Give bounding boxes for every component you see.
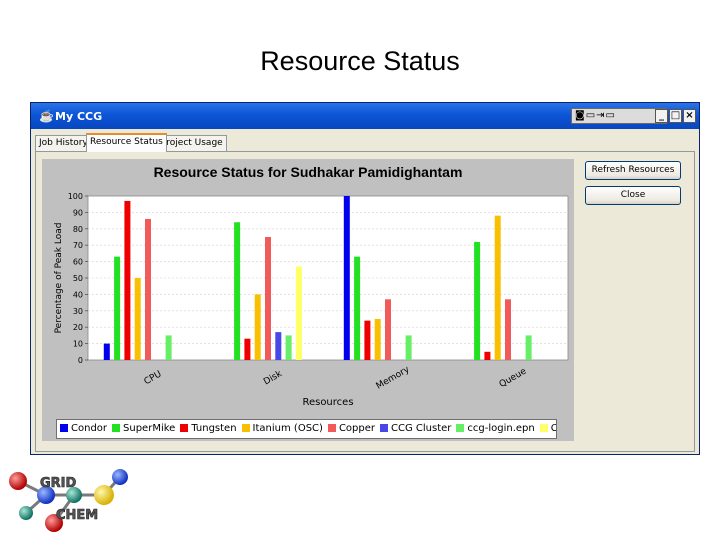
bar-disk-cobalt [295,266,302,360]
bar-memory-supermike [354,256,361,360]
legend-label: Condor [71,423,108,434]
x-axis-label: Resources [302,397,353,408]
legend-swatch [180,424,189,432]
tab-project-usage[interactable]: Project Usage [157,135,227,151]
bar-queue-tungsten [484,351,491,360]
legend-swatch [456,424,465,432]
y-tick-label: 20 [73,323,83,332]
close-window-button[interactable]: × [683,109,696,123]
bar-cpu-condor [103,343,110,360]
y-tick-label: 80 [73,225,83,234]
x-tick-label: Queue [498,366,529,390]
bar-disk-copper [265,237,271,360]
legend-swatch [539,424,548,432]
legend-label: Tungsten [191,423,237,434]
legend-label: CCG Cluster [391,423,452,434]
bar-disk-ccg-login-epn [285,335,292,360]
bar-disk-supermike [234,222,241,360]
bar-queue-copper [505,299,511,360]
bar-cpu-ccg-login-epn [165,335,172,360]
bar-cpu-tungsten [124,200,131,360]
legend-swatch [112,424,121,432]
java-app-icon: ☕ [39,109,54,123]
resource-chart: Resource Status for Sudhakar Pamidighant… [42,159,574,441]
legend-item: SuperMike [112,420,175,438]
window-titlebar[interactable]: ☕ My CCG ◙▭⇥▭ _ □ × [31,103,699,129]
chart-legend: Condor SuperMike Tungsten Itanium (OSC) Copp… [56,419,557,439]
y-tick-label: 50 [73,274,83,283]
bar-memory-ccg-login-epn [405,335,412,360]
bar-disk-ccg-cluster [275,332,282,360]
legend-label: Copper [338,423,375,434]
bar-disk-tungsten [244,338,251,360]
logo-text-chem: CHEM [56,508,98,523]
bar-memory-condor [343,196,350,360]
bar-queue-supermike [474,241,481,360]
window-title: My CCG [55,110,103,123]
y-tick-label: 100 [68,192,83,201]
legend-label: Cobalt [551,423,556,434]
refresh-resources-button[interactable]: Refresh Resources [585,161,681,180]
gridchem-logo: GRID CHEM [9,469,128,532]
bar-cpu-copper [145,218,151,360]
y-tick-label: 60 [73,258,83,267]
close-button[interactable]: Close [585,186,681,205]
y-tick-label: 40 [73,290,83,299]
legend-swatch [60,424,68,432]
legend-swatch [327,424,336,432]
legend-item: Tungsten [180,420,237,438]
legend-item: Condor [60,420,107,438]
bar-cpu-supermike [114,256,121,360]
legend-item: Copper [327,420,375,438]
chart-title: Resource Status for Sudhakar Pamidighant… [154,164,463,180]
legend-label: SuperMike [123,423,176,434]
tray-icons[interactable]: ◙▭⇥▭ [571,108,667,124]
legend-item: ccg-login.epn [456,420,535,438]
bar-memory-copper [385,299,391,360]
bar-memory-itanium-osc- [374,319,381,360]
maximize-button[interactable]: □ [669,109,682,123]
chart-svg: Resource Status for Sudhakar Pamidighant… [54,164,569,408]
y-axis-label: Percentage of Peak Load [54,223,64,334]
legend-item: Cobalt [539,420,556,438]
legend-item: Itanium (OSC) [241,420,323,438]
bar-queue-ccg-login-epn [525,335,532,360]
bar-disk-itanium-osc- [254,294,261,360]
slide-title: Resource Status [260,46,460,76]
legend-label: Itanium (OSC) [252,423,323,434]
logo-text-grid: GRID [40,476,77,491]
y-tick-label: 70 [73,241,83,250]
x-tick-label: Disk [262,369,284,388]
x-tick-label: Memory [375,364,412,391]
y-tick-label: 30 [73,307,83,316]
legend-swatch [241,424,250,432]
bar-memory-tungsten [364,320,371,360]
tab-resource-status[interactable]: Resource Status [86,133,167,152]
bar-queue-itanium-osc- [494,215,501,360]
legend-item: CCG Cluster [380,420,451,438]
legend-swatch [380,424,388,432]
y-tick-label: 10 [73,340,83,349]
y-tick-label: 90 [73,208,83,217]
minimize-button[interactable]: _ [655,109,668,123]
x-tick-label: CPU [143,369,164,387]
bar-cpu-itanium-osc- [134,278,141,360]
y-tick-label: 0 [78,356,83,365]
legend-label: ccg-login.epn [467,423,535,434]
tab-job-history[interactable]: Job History [35,135,92,151]
